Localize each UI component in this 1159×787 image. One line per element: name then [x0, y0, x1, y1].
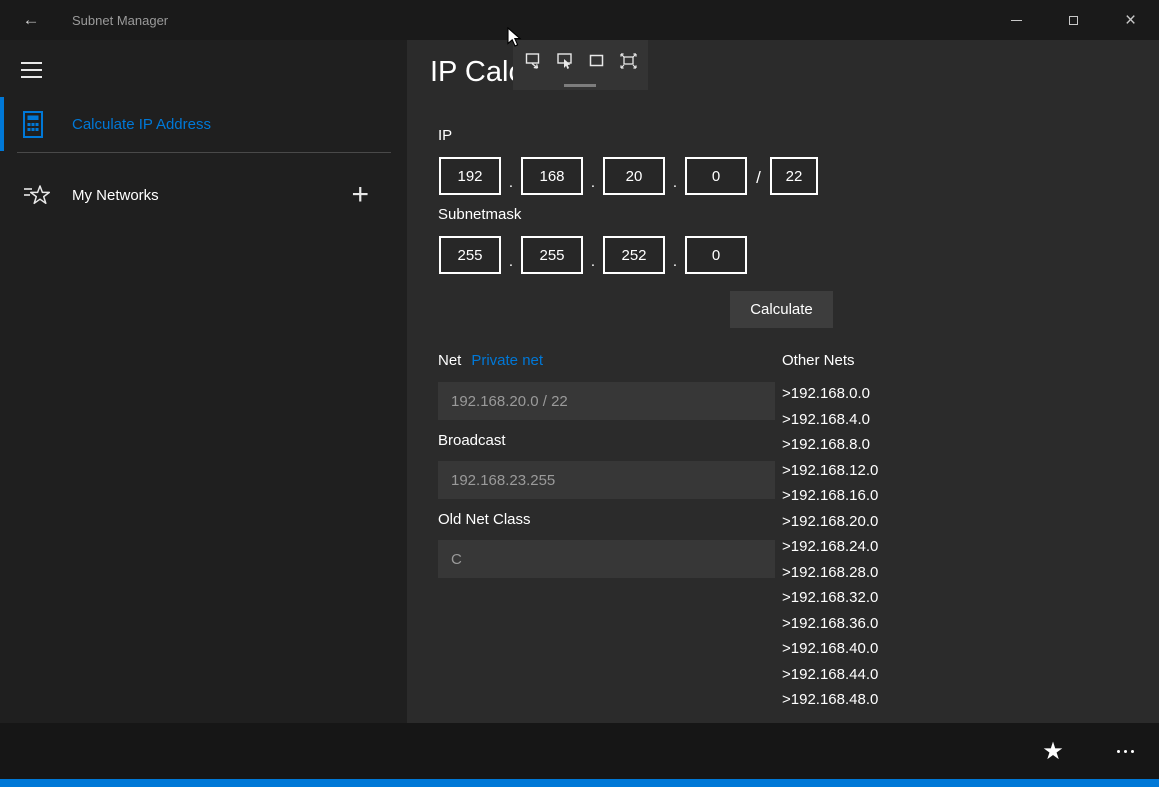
calculator-icon	[23, 111, 43, 138]
other-net-item[interactable]: >192.168.16.0	[782, 483, 878, 509]
page-title: IP Calc	[430, 56, 523, 88]
window-title: Subnet Manager	[72, 12, 169, 28]
old-net-class-label: Old Net Class	[438, 511, 531, 528]
ellipsis-icon	[1116, 749, 1120, 753]
maximize-icon	[1069, 15, 1078, 25]
other-net-item[interactable]: >192.168.8.0	[782, 432, 878, 458]
other-net-item[interactable]: >192.168.24.0	[782, 534, 878, 560]
main-content: IP Calc IP . . . / Subnetmask . . . Calc…	[407, 40, 1159, 723]
dot-separator: .	[672, 253, 678, 270]
sidebar-item-my-networks[interactable]: My Networks +	[0, 168, 407, 222]
favorites-list-icon	[24, 185, 51, 205]
subnetmask-label: Subnetmask	[438, 206, 522, 223]
favorite-star-button[interactable]: ★	[1029, 727, 1077, 775]
other-net-item[interactable]: >192.168.20.0	[782, 509, 878, 535]
other-net-item[interactable]: >192.168.4.0	[782, 407, 878, 433]
snip-freeform-icon[interactable]	[555, 51, 574, 71]
old-net-class-result-field	[438, 540, 775, 578]
ip-label: IP	[438, 127, 453, 144]
dot-separator: .	[590, 253, 596, 270]
sidebar-item-calculate-ip[interactable]: Calculate IP Address	[0, 97, 407, 151]
maximize-button[interactable]	[1045, 0, 1102, 40]
bottom-accent-strip	[0, 779, 1159, 787]
ip-octet-1-input[interactable]	[439, 157, 501, 195]
sidebar-item-label: Calculate IP Address	[72, 115, 211, 133]
more-options-button[interactable]	[1101, 727, 1149, 775]
other-net-item[interactable]: >192.168.32.0	[782, 585, 878, 611]
minimize-icon	[1011, 19, 1022, 21]
other-net-item[interactable]: >192.168.12.0	[782, 458, 878, 484]
other-nets-title: Other Nets	[782, 352, 855, 369]
other-net-item[interactable]: >192.168.48.0	[782, 687, 878, 713]
close-icon: ×	[1124, 9, 1137, 31]
subnetmask-input-row: . . .	[439, 236, 747, 274]
calculate-button[interactable]: Calculate	[730, 291, 833, 328]
other-net-item[interactable]: >192.168.36.0	[782, 611, 878, 637]
back-button[interactable]: ←	[0, 0, 62, 40]
dot-separator: .	[508, 174, 514, 191]
back-arrow-icon: ←	[22, 10, 40, 29]
sidebar-item-label: My Networks	[72, 186, 159, 204]
toolbar-drag-handle	[564, 84, 596, 87]
other-nets-list: >192.168.0.0 >192.168.4.0 >192.168.8.0 >192…	[782, 381, 878, 713]
cidr-input[interactable]	[770, 157, 818, 195]
net-label: Net	[438, 352, 462, 369]
app-bar: ★	[0, 723, 1159, 779]
sidebar: Calculate IP Address My Networks +	[0, 40, 407, 723]
sidebar-divider	[17, 152, 391, 153]
dot-separator: .	[508, 253, 514, 270]
dot-separator: .	[590, 174, 596, 191]
ip-octet-2-input[interactable]	[521, 157, 583, 195]
mouse-cursor-icon	[507, 27, 522, 47]
snip-toolbar-overlay	[513, 40, 648, 90]
hamburger-menu-button[interactable]	[12, 51, 54, 89]
other-net-item[interactable]: >192.168.44.0	[782, 662, 878, 688]
other-net-item[interactable]: >192.168.0.0	[782, 381, 878, 407]
mask-octet-4-input[interactable]	[685, 236, 747, 274]
star-icon: ★	[1042, 737, 1064, 765]
mask-octet-1-input[interactable]	[439, 236, 501, 274]
mask-octet-2-input[interactable]	[521, 236, 583, 274]
snip-fullscreen-icon[interactable]	[619, 51, 638, 71]
dot-separator: .	[672, 174, 678, 191]
other-net-item[interactable]: >192.168.40.0	[782, 636, 878, 662]
ip-input-row: . . . /	[439, 157, 818, 195]
other-net-item[interactable]: >192.168.28.0	[782, 560, 878, 586]
snip-rectangle-icon[interactable]	[523, 51, 542, 71]
net-label-row: Net Private net	[438, 352, 543, 369]
slash-separator: /	[756, 168, 761, 187]
selected-indicator	[0, 97, 4, 151]
ip-octet-3-input[interactable]	[603, 157, 665, 195]
add-network-button[interactable]: +	[351, 180, 369, 210]
titlebar: ← Subnet Manager ×	[0, 0, 1159, 40]
mask-octet-3-input[interactable]	[603, 236, 665, 274]
broadcast-result-field	[438, 461, 775, 499]
hamburger-icon	[21, 62, 42, 64]
snip-window-icon[interactable]	[587, 51, 606, 71]
net-result-field	[438, 382, 775, 420]
ip-octet-4-input[interactable]	[685, 157, 747, 195]
private-net-link[interactable]: Private net	[471, 352, 543, 369]
close-button[interactable]: ×	[1102, 0, 1159, 40]
minimize-button[interactable]	[988, 0, 1045, 40]
broadcast-label: Broadcast	[438, 432, 506, 449]
